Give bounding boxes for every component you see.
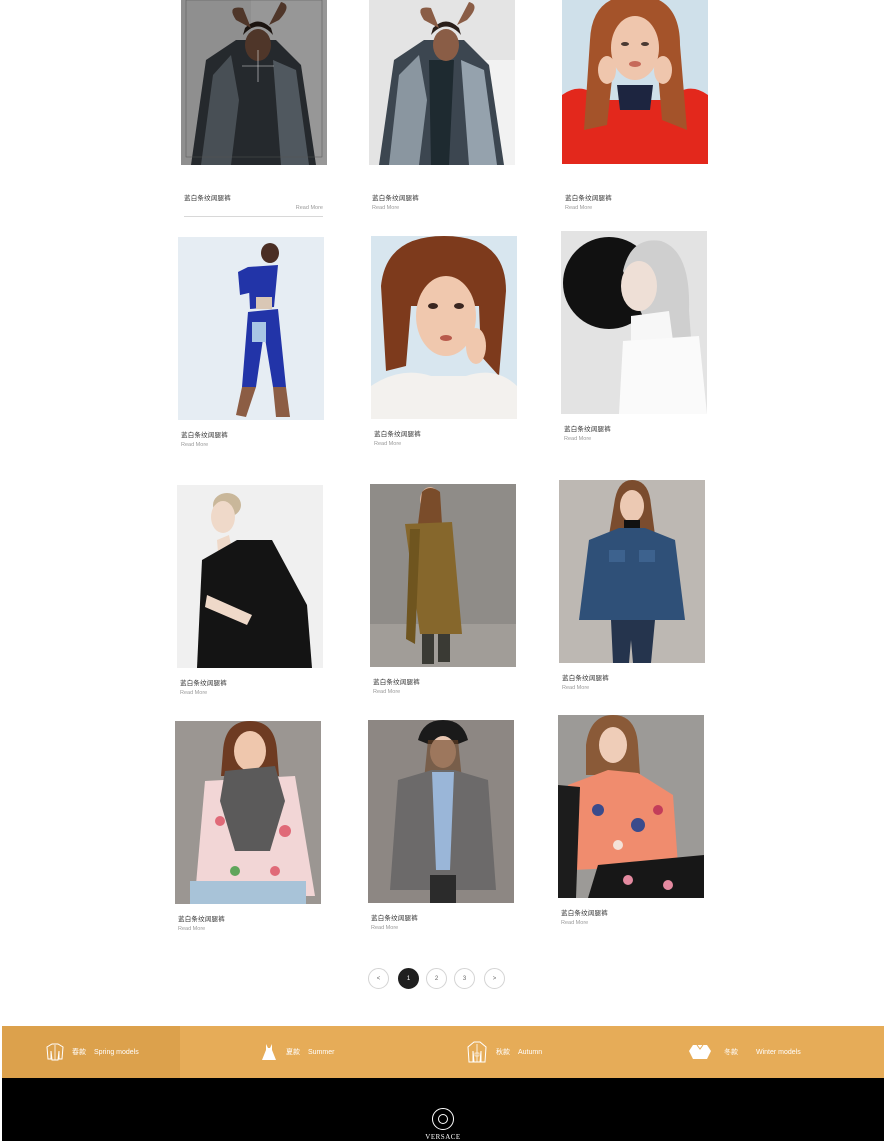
blue-suit-model-photo[interactable] xyxy=(178,237,324,420)
floral-jacket-model-photo[interactable] xyxy=(558,715,704,898)
product-card[interactable]: 蓝白条纹阔腿裤 Read More xyxy=(175,721,321,932)
season-label-en: Summer xyxy=(308,1048,335,1056)
season-tab-summer[interactable]: 夏款 Summer xyxy=(260,1026,334,1078)
read-more-link[interactable]: Read More xyxy=(184,205,323,211)
product-card[interactable]: 蓝白条纹阔腿裤 Read More xyxy=(177,485,323,696)
product-title[interactable]: 蓝白条纹阔腿裤 xyxy=(180,677,323,687)
season-tab-autumn[interactable]: 秋款 Autumn xyxy=(466,1026,542,1078)
product-card[interactable]: 蓝白条纹阔腿裤 Read More xyxy=(371,236,517,447)
product-title[interactable]: 蓝白条纹阔腿裤 xyxy=(372,192,515,202)
read-more-link[interactable]: Read More xyxy=(374,441,517,447)
plaid-blazer-model-photo[interactable] xyxy=(368,720,514,903)
next-page-button[interactable]: > xyxy=(484,968,505,989)
read-more-link[interactable]: Read More xyxy=(372,205,515,211)
read-more-link[interactable]: Read More xyxy=(562,685,705,691)
white-turtleneck-model-photo[interactable] xyxy=(561,231,707,414)
product-title[interactable]: 蓝白条纹阔腿裤 xyxy=(562,672,705,682)
page-3-button[interactable]: 3 xyxy=(454,968,475,989)
season-label-cn: 春款 xyxy=(72,1049,86,1056)
season-tab-spring[interactable]: 春款 Spring models xyxy=(2,1026,180,1078)
product-title[interactable]: 蓝白条纹阔腿裤 xyxy=(565,192,708,202)
sweater-icon xyxy=(689,1044,711,1059)
page-1-button[interactable]: 1 xyxy=(398,968,419,989)
floral-dress-model-photo[interactable] xyxy=(175,721,321,904)
trench-coat-model-photo[interactable] xyxy=(370,484,516,667)
product-title[interactable]: 蓝白条纹阔腿裤 xyxy=(181,429,324,439)
product-card[interactable]: 蓝白条纹阔腿裤 Read More xyxy=(561,231,707,442)
product-card[interactable]: 蓝白条纹阔腿裤 Read More xyxy=(562,0,708,211)
brand-wordmark: VERSACE xyxy=(425,1133,461,1141)
product-card[interactable]: 蓝白条纹阔腿裤 Read More xyxy=(368,720,514,931)
season-label-en: Winter models xyxy=(756,1048,801,1056)
card-divider xyxy=(184,216,323,217)
read-more-link[interactable]: Read More xyxy=(564,436,707,442)
product-listing-page: 蓝白条纹阔腿裤 Read More 蓝白条纹阔腿裤 Read More 蓝白条纹… xyxy=(0,0,888,1141)
read-more-link[interactable]: Read More xyxy=(371,925,514,931)
prev-page-button[interactable]: < xyxy=(368,968,389,989)
footer: VERSACE xyxy=(2,1078,884,1141)
season-label-cn: 夏款 xyxy=(286,1049,300,1056)
season-label-cn: 冬款 xyxy=(724,1049,738,1056)
read-more-link[interactable]: Read More xyxy=(180,690,323,696)
season-label-cn: 秋款 xyxy=(496,1049,510,1056)
season-label-en: Autumn xyxy=(518,1048,543,1056)
product-card[interactable]: 蓝白条纹阔腿裤 Read More xyxy=(181,0,327,217)
season-tab-winter[interactable]: 冬款 Winter models xyxy=(688,1026,801,1078)
read-more-link[interactable]: Read More xyxy=(561,920,704,926)
red-hair-model-photo[interactable] xyxy=(562,0,708,183)
jacket-icon xyxy=(46,1043,64,1061)
lace-top-model-photo[interactable] xyxy=(371,236,517,419)
medusa-icon xyxy=(432,1108,454,1130)
product-card[interactable]: 蓝白条纹阔腿裤 Read More xyxy=(178,237,324,448)
model-in-knit-cardigan-photo[interactable] xyxy=(181,0,327,183)
product-title[interactable]: 蓝白条纹阔腿裤 xyxy=(373,676,516,686)
product-card[interactable]: 蓝白条纹阔腿裤 Read More xyxy=(369,0,515,211)
product-card[interactable]: 蓝白条纹阔腿裤 Read More xyxy=(558,715,704,926)
product-title[interactable]: 蓝白条纹阔腿裤 xyxy=(371,912,514,922)
product-title[interactable]: 蓝白条纹阔腿裤 xyxy=(374,428,517,438)
season-nav-bar: 春款 Spring models 夏款 Summer 秋款 Autumn 冬款 … xyxy=(2,1026,884,1078)
product-card[interactable]: 蓝白条纹阔腿裤 Read More xyxy=(559,480,705,691)
model-in-knit-cardigan-photo[interactable] xyxy=(369,0,515,183)
dress-icon xyxy=(262,1044,276,1060)
product-card[interactable]: 蓝白条纹阔腿裤 Read More xyxy=(370,484,516,695)
page-2-button[interactable]: 2 xyxy=(426,968,447,989)
product-title[interactable]: 蓝白条纹阔腿裤 xyxy=(564,423,707,433)
read-more-link[interactable]: Read More xyxy=(373,689,516,695)
read-more-link[interactable]: Read More xyxy=(565,205,708,211)
black-coat-model-photo[interactable] xyxy=(177,485,323,668)
product-title[interactable]: 蓝白条纹阔腿裤 xyxy=(178,913,321,923)
product-title[interactable]: 蓝白条纹阔腿裤 xyxy=(184,192,327,202)
season-label-en: Spring models xyxy=(94,1048,139,1056)
coat-icon xyxy=(467,1041,487,1063)
product-title[interactable]: 蓝白条纹阔腿裤 xyxy=(561,907,704,917)
denim-jacket-model-photo[interactable] xyxy=(559,480,705,663)
read-more-link[interactable]: Read More xyxy=(178,926,321,932)
read-more-link[interactable]: Read More xyxy=(181,442,324,448)
brand-logo[interactable]: VERSACE xyxy=(423,1108,463,1141)
